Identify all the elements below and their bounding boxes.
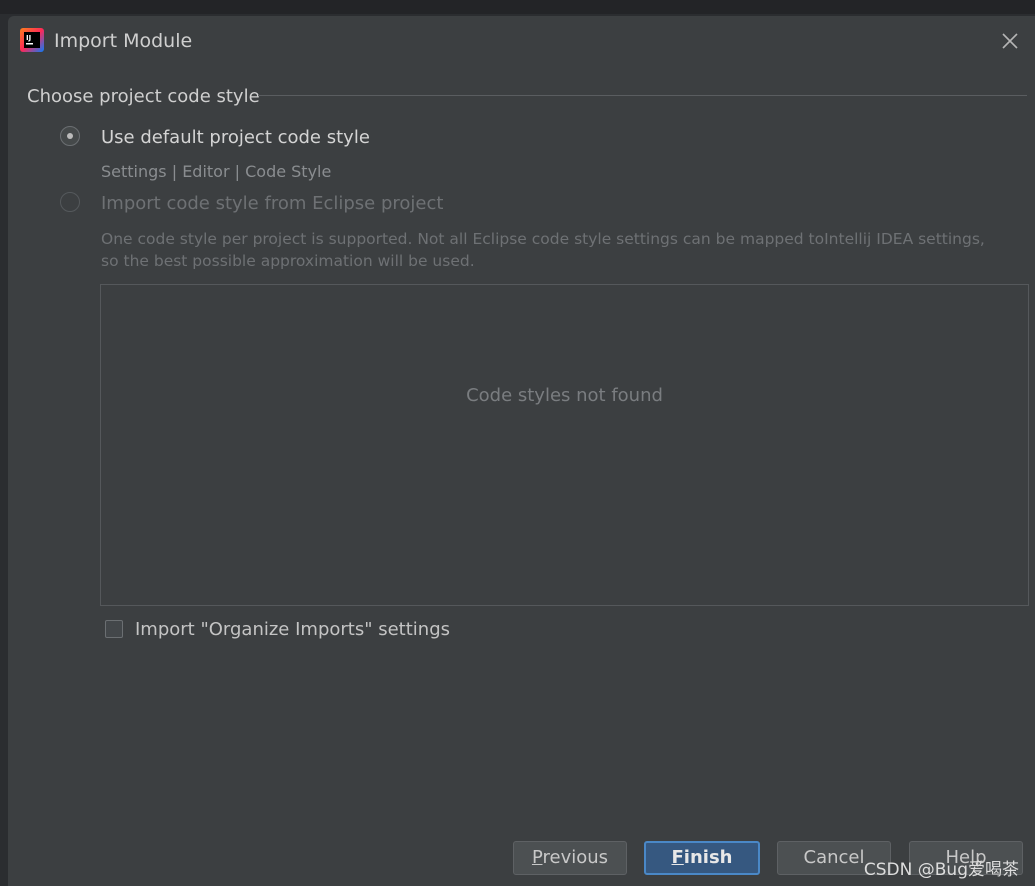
- previous-mnemonic: P: [531, 847, 543, 868]
- organize-imports-checkbox[interactable]: [105, 620, 123, 638]
- default-code-style-radio[interactable]: [60, 126, 80, 146]
- close-icon[interactable]: [999, 30, 1021, 52]
- section-title: Choose project code style: [27, 86, 260, 107]
- eclipse-code-style-label[interactable]: Import code style from Eclipse project: [101, 193, 443, 214]
- previous-button[interactable]: Previous: [513, 841, 627, 875]
- finish-label: inish: [683, 847, 733, 868]
- section-divider: [258, 95, 1027, 96]
- description-line-2: so the best possible approximation will …: [101, 252, 475, 270]
- code-styles-empty-text: Code styles not found: [466, 385, 663, 406]
- background-strip: [0, 0, 1035, 14]
- eclipse-code-style-radio[interactable]: [60, 192, 80, 212]
- default-code-style-label[interactable]: Use default project code style: [101, 127, 370, 148]
- default-code-style-path: Settings | Editor | Code Style: [101, 162, 332, 181]
- eclipse-description: One code style per project is supported.…: [101, 228, 985, 272]
- code-styles-list: Code styles not found: [100, 284, 1029, 606]
- finish-mnemonic: F: [671, 847, 684, 868]
- organize-imports-label[interactable]: Import "Organize Imports" settings: [135, 619, 450, 640]
- import-module-dialog: IJ Import Module Choose project code sty…: [8, 16, 1035, 886]
- svg-text:IJ: IJ: [26, 34, 31, 42]
- dialog-title: Import Module: [54, 30, 193, 52]
- description-line-1: One code style per project is supported.…: [101, 230, 985, 248]
- title-bar[interactable]: IJ Import Module: [8, 16, 1035, 66]
- intellij-idea-icon: IJ: [20, 28, 44, 52]
- finish-button[interactable]: Finish: [644, 841, 760, 875]
- csdn-watermark: CSDN @Bug爱喝茶: [863, 860, 1019, 880]
- previous-label: revious: [542, 847, 609, 868]
